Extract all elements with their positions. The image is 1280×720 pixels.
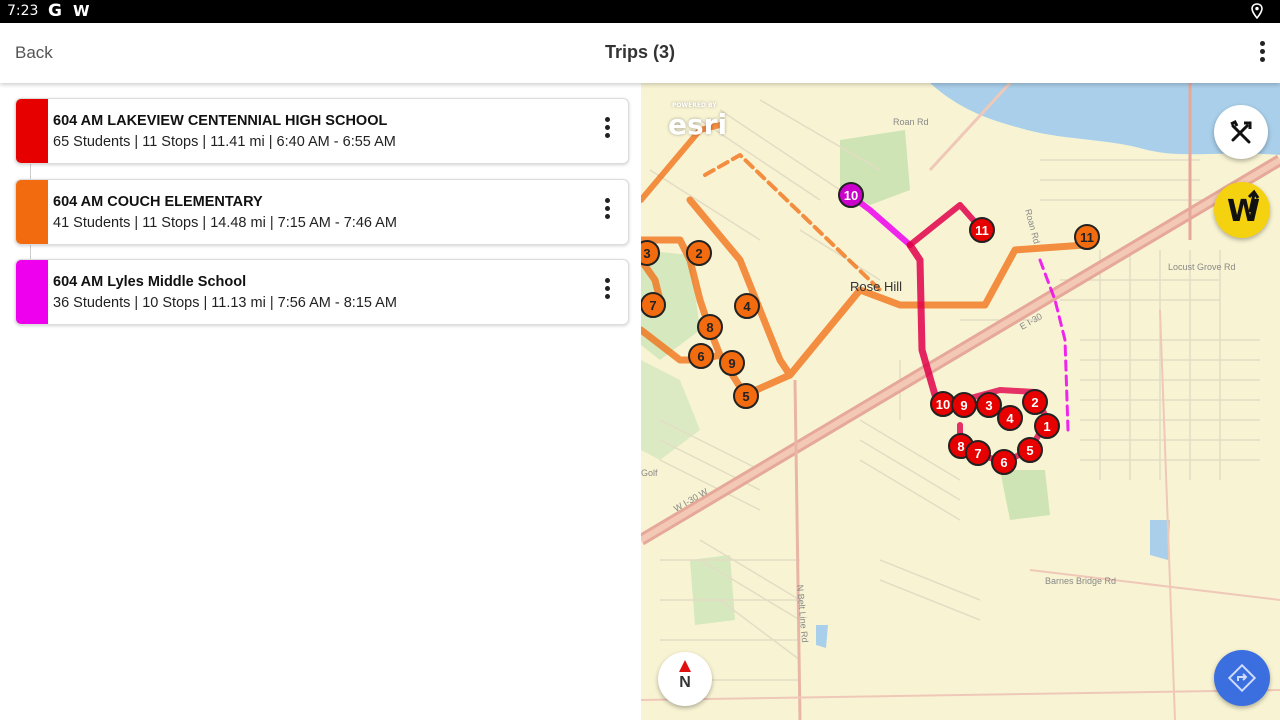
trip-more-icon[interactable]	[602, 198, 612, 228]
stop-marker[interactable]: 6	[688, 343, 714, 369]
stop-marker[interactable]: 6	[991, 449, 1017, 475]
svg-text:8: 8	[957, 439, 964, 454]
svg-text:6: 6	[697, 349, 704, 364]
stop-marker[interactable]: 3	[976, 392, 1002, 418]
road-label: Roan Rd	[1023, 208, 1042, 245]
navigation-icon[interactable]	[1214, 650, 1270, 706]
stop-marker[interactable]: 4	[997, 405, 1023, 431]
trip-meta: 36 Students | 10 Stops | 11.13 mi | 7:56…	[53, 295, 397, 311]
svg-text:1: 1	[1043, 419, 1050, 434]
stop-marker[interactable]: 11	[969, 217, 995, 243]
trip-name: 604 AM Lyles Middle School	[53, 274, 247, 290]
trip-color-swatch	[16, 99, 48, 163]
trip-meta: 65 Students | 11 Stops | 11.41 mi | 6:40…	[53, 134, 396, 150]
stop-marker[interactable]: 11	[1074, 224, 1100, 250]
svg-text:4: 4	[1006, 411, 1014, 426]
google-app-icon: G	[48, 1, 62, 21]
north-arrow-icon	[679, 660, 691, 672]
page-title: Trips (3)	[604, 42, 675, 62]
svg-text:11: 11	[975, 223, 989, 238]
stop-marker[interactable]: 8	[697, 314, 723, 340]
status-time: 7:23	[7, 3, 39, 19]
stop-marker[interactable]: 9	[951, 392, 977, 418]
road-label: Golf	[641, 468, 658, 478]
svg-text:10: 10	[844, 188, 858, 203]
stop-marker[interactable]: 1	[1034, 413, 1060, 439]
svg-text:7: 7	[649, 298, 656, 313]
svg-text:5: 5	[742, 389, 749, 404]
location-pin-icon	[1251, 3, 1263, 19]
esri-logo: POWERED BY esri	[668, 102, 728, 141]
svg-text:9: 9	[728, 356, 735, 371]
trip-card[interactable]: 604 AM LAKEVIEW CENTENNIAL HIGH SCHOOL 6…	[15, 98, 629, 164]
trip-card[interactable]: 604 AM Lyles Middle School 36 Students |…	[15, 259, 629, 325]
stop-marker[interactable]: 5	[733, 383, 759, 409]
map-view[interactable]: Roan Rd Locust Grove Rd Barnes Bridge Rd…	[641, 83, 1280, 720]
svg-text:5: 5	[1026, 443, 1033, 458]
svg-text:10: 10	[936, 397, 950, 412]
stop-marker[interactable]: 7	[965, 440, 991, 466]
svg-text:2: 2	[1031, 395, 1038, 410]
stop-marker[interactable]: 10	[838, 182, 864, 208]
trip-card[interactable]: 604 AM COUCH ELEMENTARY 41 Students | 11…	[15, 179, 629, 245]
map-canvas[interactable]: Roan Rd Locust Grove Rd Barnes Bridge Rd…	[641, 83, 1280, 720]
more-vert-icon[interactable]	[1254, 39, 1270, 69]
svg-text:7: 7	[974, 446, 981, 461]
waze-app-icon: W	[73, 2, 90, 20]
svg-text:3: 3	[985, 398, 992, 413]
place-label: Rose Hill	[850, 279, 902, 294]
tools-icon[interactable]	[1214, 105, 1268, 159]
trip-color-swatch	[16, 180, 48, 244]
svg-text:3: 3	[643, 246, 650, 261]
trip-more-icon[interactable]	[602, 278, 612, 308]
stop-marker[interactable]: 7	[641, 292, 666, 318]
road-label: Roan Rd	[893, 117, 929, 127]
compass-button[interactable]: N	[658, 652, 712, 706]
trip-name: 604 AM COUCH ELEMENTARY	[53, 194, 263, 210]
stop-marker[interactable]: 5	[1017, 437, 1043, 463]
status-bar: 7:23 G W	[0, 0, 1280, 23]
app-bar: Back Trips (3)	[0, 23, 1280, 83]
list-connector	[30, 164, 31, 180]
svg-text:6: 6	[1000, 455, 1007, 470]
stop-marker[interactable]: 2	[686, 240, 712, 266]
trip-list: 604 AM LAKEVIEW CENTENNIAL HIGH SCHOOL 6…	[0, 83, 641, 720]
road-label: Locust Grove Rd	[1168, 262, 1236, 272]
svg-text:11: 11	[1080, 230, 1094, 245]
svg-text:2: 2	[695, 246, 702, 261]
road-label: Barnes Bridge Rd	[1045, 576, 1116, 586]
svg-text:4: 4	[743, 299, 751, 314]
svg-text:9: 9	[960, 398, 967, 413]
list-connector	[30, 244, 31, 260]
stop-marker[interactable]: 9	[719, 350, 745, 376]
trip-meta: 41 Students | 11 Stops | 14.48 mi | 7:15…	[53, 215, 397, 231]
stop-marker[interactable]: 4	[734, 293, 760, 319]
stop-marker[interactable]: 3	[641, 240, 660, 266]
svg-text:8: 8	[706, 320, 713, 335]
waze-button[interactable]: W	[1214, 182, 1270, 238]
stop-marker[interactable]: 2	[1022, 389, 1048, 415]
trip-more-icon[interactable]	[602, 117, 612, 147]
trip-name: 604 AM LAKEVIEW CENTENNIAL HIGH SCHOOL	[53, 113, 388, 129]
trip-color-swatch	[16, 260, 48, 324]
